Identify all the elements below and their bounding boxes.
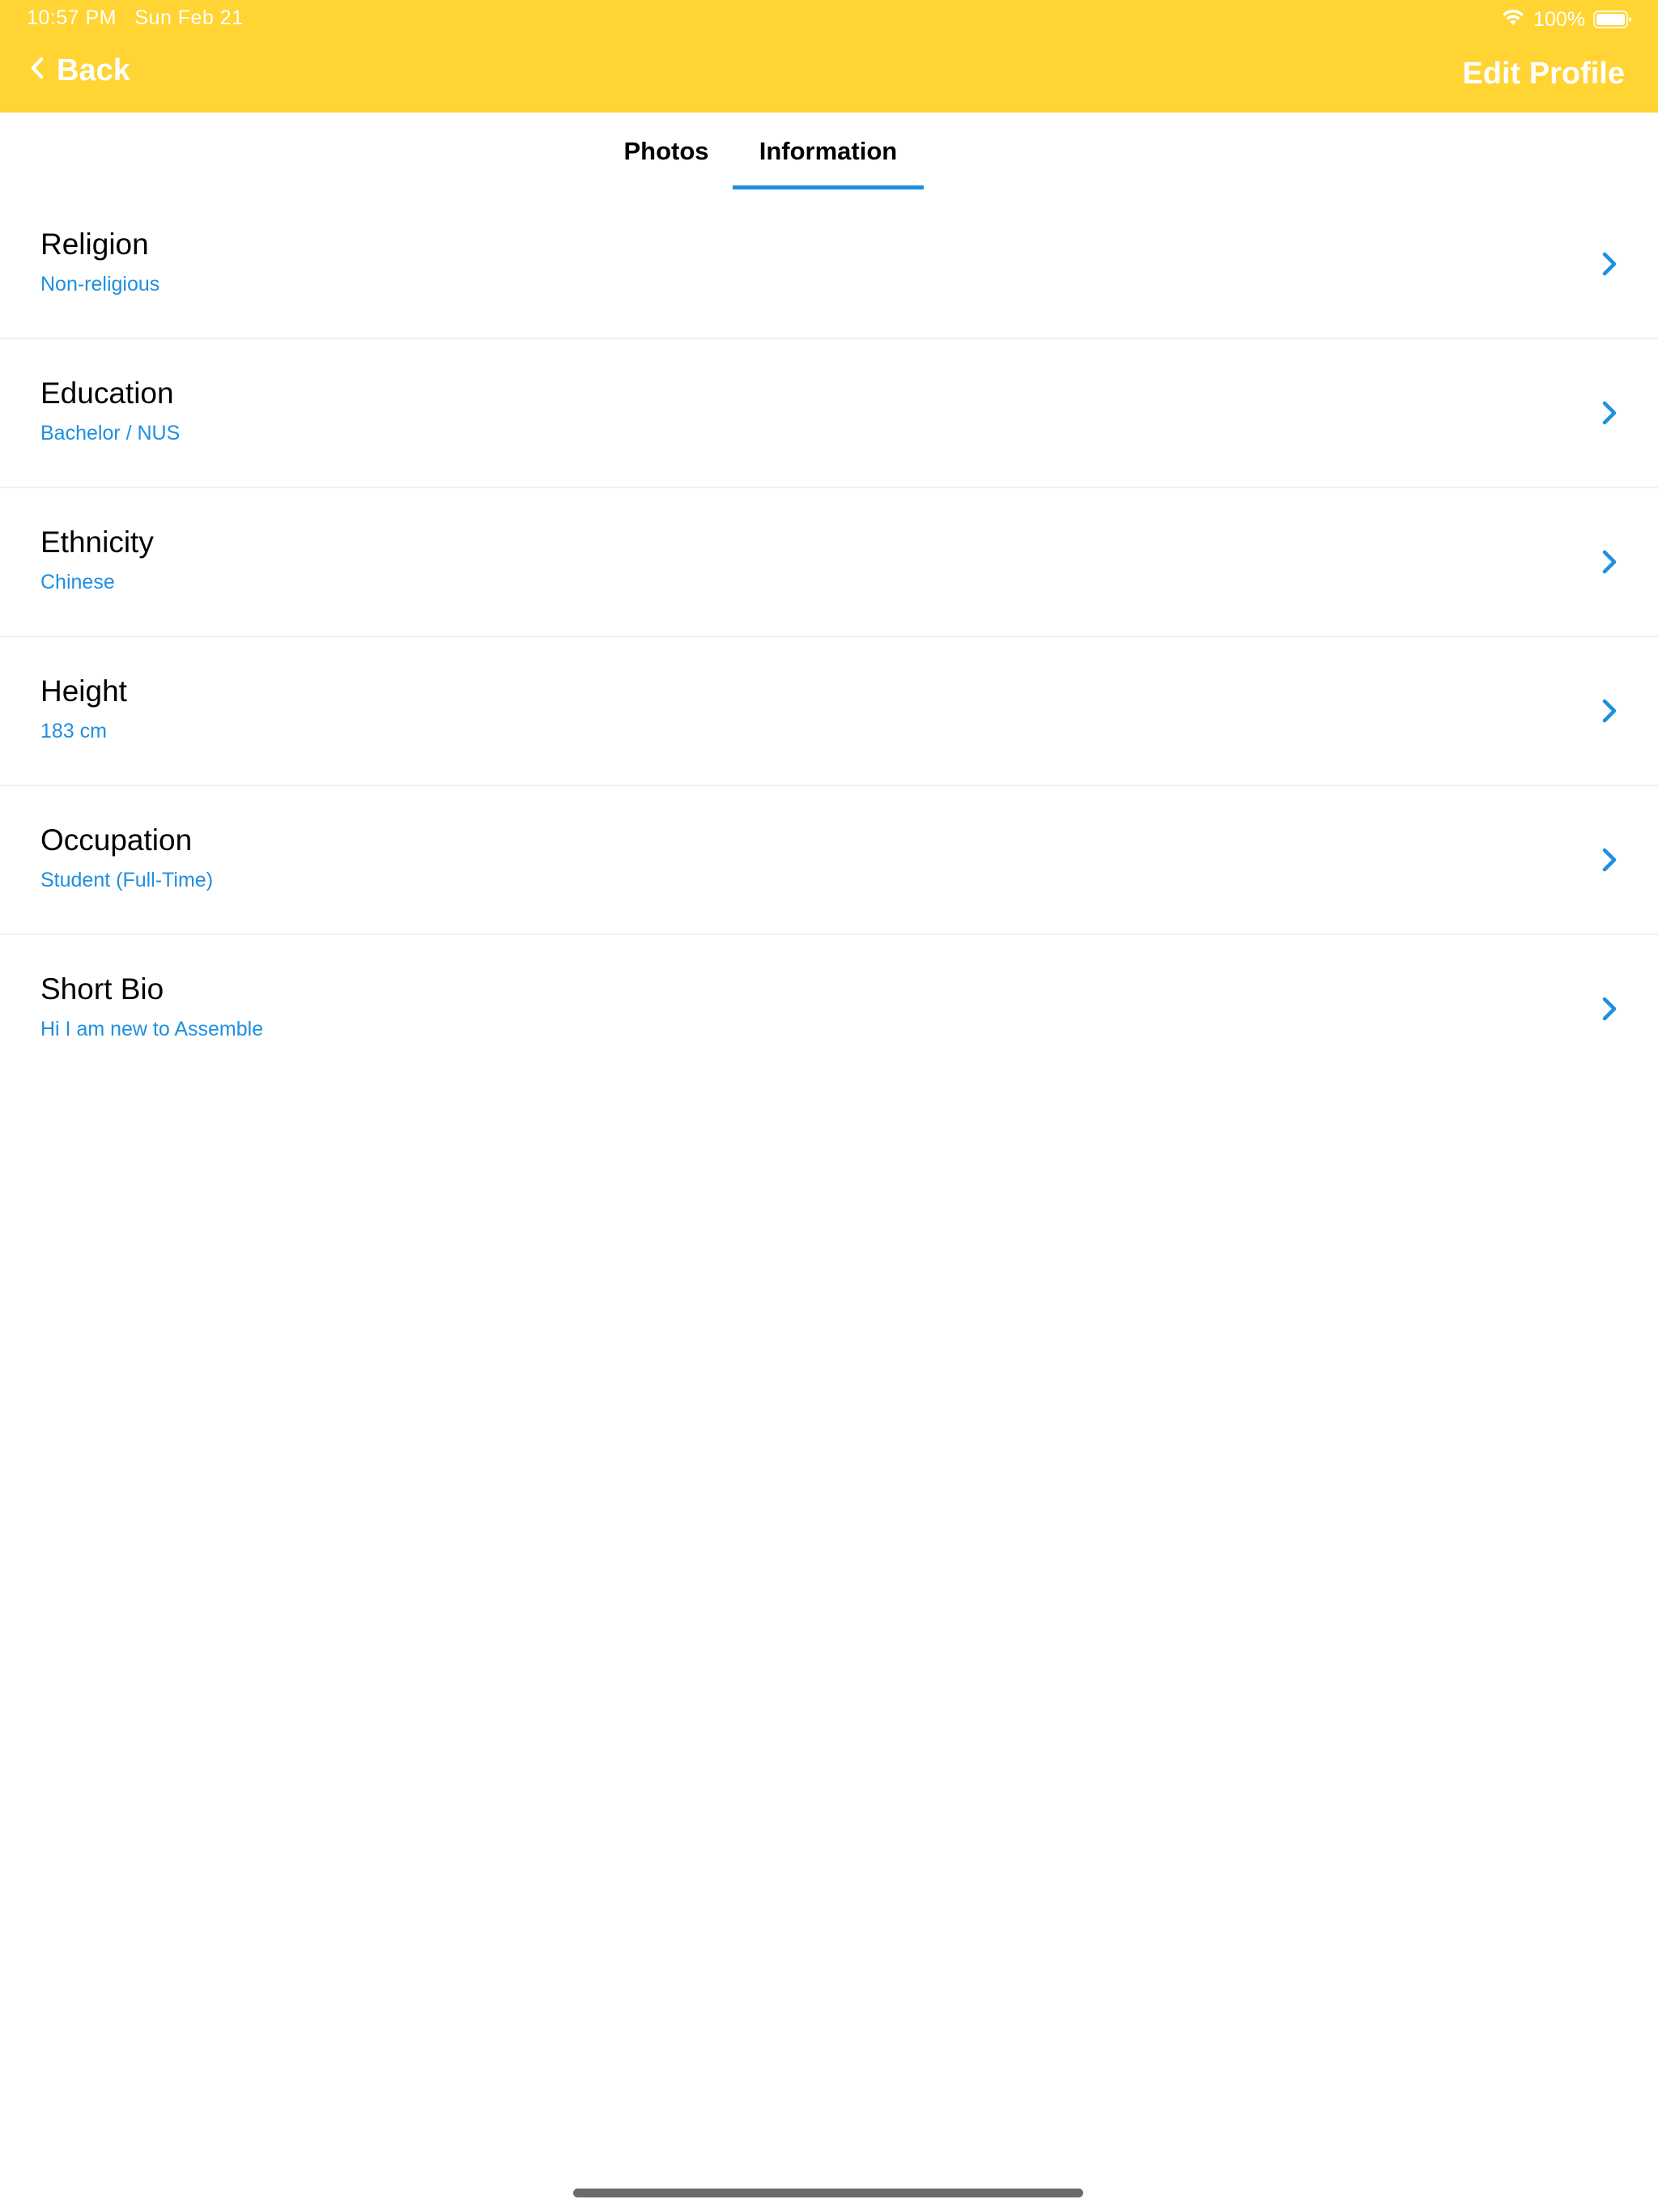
profile-info-list: Religion Non-religious Education Bachelo…: [0, 190, 1658, 1084]
active-tab-indicator: [733, 185, 924, 189]
battery-percentage: 100%: [1533, 7, 1585, 31]
chevron-right-icon: [1600, 697, 1619, 725]
chevron-right-icon: [1600, 250, 1619, 278]
chevron-right-icon: [1600, 399, 1619, 427]
page-title: Edit Profile: [1462, 57, 1625, 91]
list-item-title: Ethnicity: [40, 525, 154, 559]
battery-icon: [1593, 10, 1632, 29]
status-date: Sun Feb 21: [134, 6, 244, 29]
list-item-title: Short Bio: [40, 972, 164, 1006]
chevron-left-icon: [29, 53, 45, 88]
list-item-ethnicity[interactable]: Ethnicity Chinese: [0, 488, 1658, 637]
list-item-title: Occupation: [40, 823, 193, 857]
list-item-title: Religion: [40, 228, 149, 261]
list-item-short-bio[interactable]: Short Bio Hi I am new to Assemble: [0, 935, 1658, 1084]
list-item-education[interactable]: Education Bachelor / NUS: [0, 339, 1658, 488]
list-item-value: Hi I am new to Assemble: [40, 1018, 264, 1040]
chevron-right-icon: [1600, 846, 1619, 874]
chevron-right-icon: [1600, 995, 1619, 1023]
home-indicator[interactable]: [573, 2189, 1083, 2197]
list-item-title: Height: [40, 674, 127, 708]
tab-photos[interactable]: Photos: [606, 113, 727, 190]
list-item-height[interactable]: Height 183 cm: [0, 637, 1658, 786]
status-bar-time: 10:57 PM Sun Feb 21: [27, 6, 244, 30]
tab-information[interactable]: Information: [733, 113, 924, 190]
status-bar-right: 100%: [1501, 6, 1632, 32]
list-item-occupation[interactable]: Occupation Student (Full-Time): [0, 786, 1658, 935]
list-item-religion[interactable]: Religion Non-religious: [0, 190, 1658, 339]
list-item-value: Chinese: [40, 571, 115, 593]
chevron-right-icon: [1600, 548, 1619, 576]
wifi-icon: [1501, 7, 1525, 32]
list-item-title: Education: [40, 376, 174, 410]
list-item-value: Bachelor / NUS: [40, 422, 181, 445]
list-item-value: Student (Full-Time): [40, 869, 214, 891]
header-bar: 10:57 PM Sun Feb 21 100% Back Edit Profi…: [0, 0, 1658, 113]
list-item-value: Non-religious: [40, 273, 160, 296]
back-label: Back: [57, 53, 130, 87]
list-item-value: 183 cm: [40, 720, 107, 742]
back-button[interactable]: Back: [29, 53, 130, 88]
status-time: 10:57 PM: [27, 6, 117, 29]
tab-bar: Photos Information: [0, 113, 1658, 190]
